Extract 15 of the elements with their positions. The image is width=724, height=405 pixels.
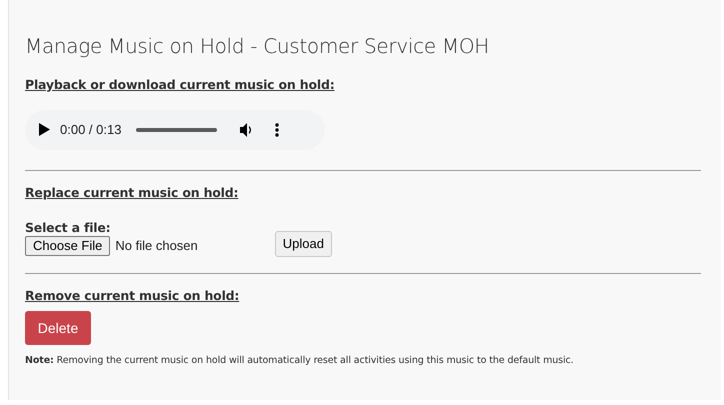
section-heading: Playback or download current music on hold: — [25, 76, 335, 94]
playback-time: 0:00 / 0:13 — [60, 121, 122, 139]
page-title: Manage Music on Hold - Customer Service MOH — [25, 33, 490, 59]
more-icon[interactable] — [275, 122, 280, 137]
seek-track[interactable] — [136, 128, 218, 132]
field-label: Select a file: — [25, 220, 110, 234]
section-heading: Remove current music on hold: — [25, 286, 240, 304]
file-status: No file chosen — [115, 236, 198, 255]
choose-file-button[interactable]: Choose File — [25, 236, 110, 256]
audio-player[interactable]: 0:00 / 0:13 — [25, 110, 325, 150]
upload-button[interactable]: Upload — [274, 230, 332, 256]
delete-button[interactable]: Delete — [25, 311, 91, 346]
section-heading: Replace current music on hold: — [25, 184, 238, 202]
note-text: Note: Removing the current music on hold will automatically reset all activities using this music to the default music. — [25, 354, 574, 368]
play-icon[interactable] — [39, 123, 50, 136]
